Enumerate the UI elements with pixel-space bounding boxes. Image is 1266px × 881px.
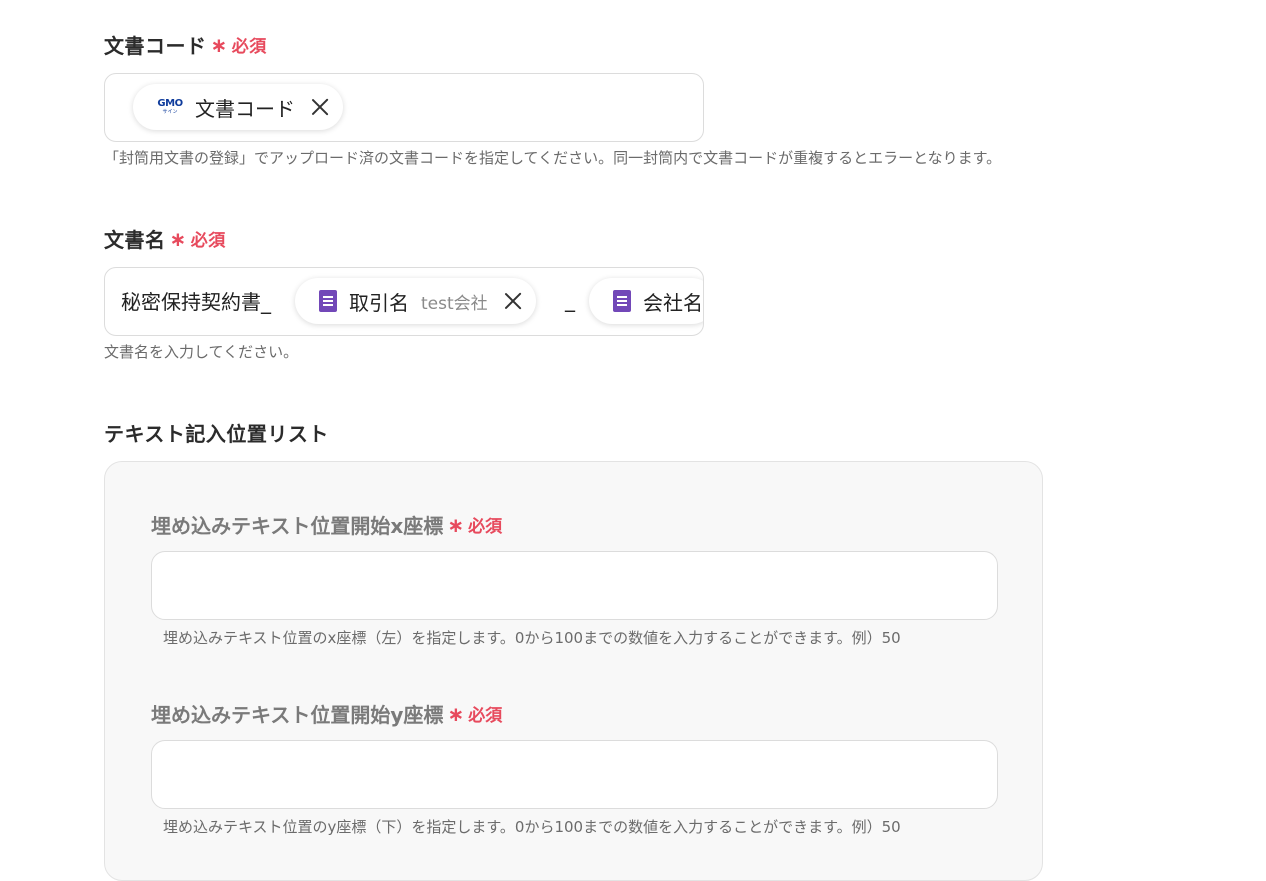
document-code-field[interactable]: GMO サイン 文書コード [104, 73, 704, 142]
document-code-hint: 「封筒用文書の登録」でアップロード済の文書コードを指定してください。同一封筒内で… [104, 149, 1002, 167]
document-name-prefix: 秘密保持契約書_ [121, 290, 271, 314]
required-asterisk: ∗ [210, 32, 228, 57]
document-code-label: 文書コード ∗ 必須 [104, 30, 267, 59]
required-badge: 必須 [468, 517, 503, 537]
text-position-list-panel: 埋め込みテキスト位置開始x座標 ∗ 必須 埋め込みテキスト位置のx座標（左）を指… [104, 461, 1043, 881]
chip-label: 文書コード [195, 96, 295, 121]
gmo-icon-text: GMO [157, 98, 183, 109]
document-code-chip[interactable]: GMO サイン 文書コード [133, 84, 343, 130]
chip-sample-value: test会社 [421, 293, 488, 314]
x-coordinate-hint: 埋め込みテキスト位置のx座標（左）を指定します。0から100までの数値を入力する… [163, 629, 901, 647]
y-coordinate-input[interactable] [151, 740, 998, 809]
document-name-field[interactable]: 秘密保持契約書_ 取引名 test会社 _ 会社名 [104, 267, 704, 336]
variable-chip-deal-name[interactable]: 取引名 test会社 [295, 278, 536, 324]
chip-label: 取引名 [349, 290, 409, 315]
gmo-icon-subtext: サイン [162, 109, 178, 115]
text-position-list-label: テキスト記入位置リスト [104, 422, 329, 446]
google-sheets-icon [319, 290, 337, 312]
y-coordinate-hint: 埋め込みテキスト位置のy座標（下）を指定します。0から100までの数値を入力する… [163, 818, 901, 836]
gmo-sign-icon: GMO サイン [157, 97, 183, 117]
document-name-separator: _ [565, 288, 575, 312]
document-name-label: 文書名 ∗ 必須 [104, 224, 226, 253]
close-icon[interactable] [309, 96, 331, 118]
document-name-label-text: 文書名 [104, 228, 166, 252]
x-coordinate-label: 埋め込みテキスト位置開始x座標 ∗ 必須 [151, 510, 502, 539]
y-coordinate-label-text: 埋め込みテキスト位置開始y座標 [151, 703, 444, 727]
required-asterisk: ∗ [169, 226, 187, 251]
google-sheets-icon [613, 290, 631, 312]
required-badge: 必須 [468, 706, 503, 726]
variable-chip-company-name[interactable]: 会社名 [589, 278, 703, 324]
document-name-hint: 文書名を入力してください。 [104, 343, 299, 361]
required-asterisk: ∗ [447, 701, 465, 726]
x-coordinate-label-text: 埋め込みテキスト位置開始x座標 [151, 514, 444, 538]
required-badge: 必須 [190, 231, 226, 251]
close-icon[interactable] [502, 290, 524, 312]
required-asterisk: ∗ [447, 512, 465, 537]
y-coordinate-label: 埋め込みテキスト位置開始y座標 ∗ 必須 [151, 699, 502, 728]
x-coordinate-input[interactable] [151, 551, 998, 620]
document-code-label-text: 文書コード [104, 34, 207, 58]
required-badge: 必須 [231, 37, 267, 57]
chip-label: 会社名 [643, 290, 703, 315]
